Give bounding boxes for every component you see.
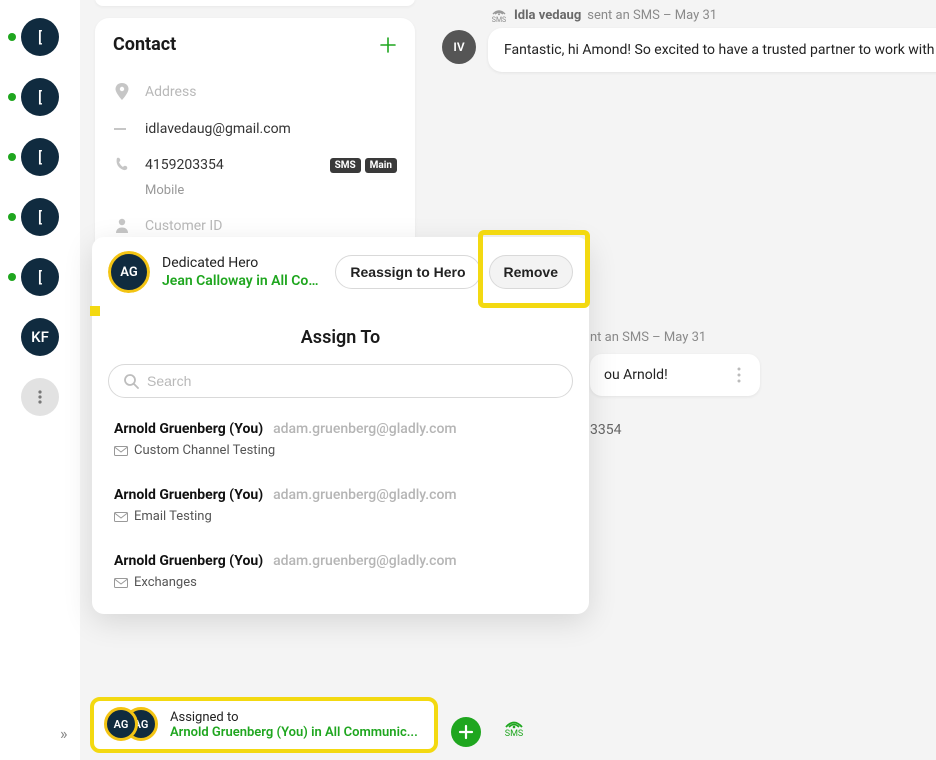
avatar[interactable]: [ <box>21 198 59 236</box>
assign-title: Assign To <box>108 327 573 348</box>
assign-option[interactable]: Arnold Gruenberg (You) adam.gruenberg@gl… <box>108 546 573 594</box>
email-value: idlavedaug@gmail.com <box>145 121 291 137</box>
assign-email: adam.gruenberg@gladly.com <box>273 487 457 503</box>
assigned-to-card[interactable]: AG AG Assigned to Arnold Gruenberg (You)… <box>90 697 438 753</box>
assign-email: adam.gruenberg@gladly.com <box>273 421 457 437</box>
sms-icon: SMS <box>490 6 508 24</box>
assigned-subtitle: Arnold Gruenberg (You) in All Communic..… <box>170 725 424 740</box>
collapse-icon[interactable]: » <box>60 724 65 743</box>
presence-dot-icon <box>8 33 16 41</box>
rail-item[interactable]: KF <box>0 318 80 356</box>
conversation-meta: SMS Idla vedaug sent an SMS – May 31 <box>490 6 717 24</box>
envelope-icon <box>114 512 128 522</box>
avatar[interactable]: [ <box>21 18 59 56</box>
presence-dot-icon <box>8 93 16 101</box>
plus-icon[interactable] <box>379 36 397 54</box>
avatar: AG <box>104 707 138 741</box>
assigned-title: Assigned to <box>170 710 424 725</box>
assign-name: Arnold Gruenberg (You) <box>114 487 263 503</box>
avatar: IV <box>442 30 476 64</box>
conversation-meta: nt an SMS – May 31 <box>590 330 706 345</box>
phone-value: 4159203354 <box>145 157 224 173</box>
rail-item[interactable]: [ <box>0 258 80 296</box>
hero-subtitle: Jean Calloway in All Commu... <box>162 273 323 289</box>
search-icon <box>123 373 139 389</box>
message-text: ou Arnold! <box>604 367 668 383</box>
sms-badge: SMS <box>330 158 361 173</box>
highlight-annotation <box>90 306 100 316</box>
presence-dot-icon <box>8 213 16 221</box>
avatar-stack: AG AG <box>104 707 160 743</box>
assign-channel: Custom Channel Testing <box>134 443 275 458</box>
assign-option[interactable]: Arnold Gruenberg (You) adam.gruenberg@gl… <box>108 414 573 462</box>
message-bubble[interactable]: Fantastic, hi Amond! So excited to have … <box>488 28 936 72</box>
search-input[interactable] <box>147 373 558 389</box>
presence-dot-icon <box>8 153 16 161</box>
add-button[interactable] <box>451 717 481 747</box>
assign-section: Assign To Arnold Gruenberg (You) adam.gr… <box>92 307 589 614</box>
avatar: AG <box>108 251 150 293</box>
rail-more[interactable] <box>0 378 80 416</box>
assign-email: adam.gruenberg@gladly.com <box>273 553 457 569</box>
hero-header: AG Dedicated Hero Jean Calloway in All C… <box>92 237 589 307</box>
presence-dot-icon <box>8 273 16 281</box>
assign-channel: Exchanges <box>134 575 197 590</box>
envelope-icon <box>114 578 128 588</box>
customer-id-placeholder: Customer ID <box>145 218 222 234</box>
meta-rest: sent an SMS – May 31 <box>587 8 717 23</box>
rail-item[interactable]: [ <box>0 18 80 56</box>
sms-icon[interactable]: SMS <box>502 717 526 739</box>
rail-item[interactable]: [ <box>0 198 80 236</box>
email-icon <box>113 125 131 133</box>
rail-item[interactable]: [ <box>0 78 80 116</box>
more-icon[interactable] <box>21 378 59 416</box>
assign-channel: Email Testing <box>134 509 212 524</box>
assign-popover: AG Dedicated Hero Jean Calloway in All C… <box>92 237 589 614</box>
avatar[interactable]: [ <box>21 78 59 116</box>
kebab-icon[interactable] <box>732 366 746 384</box>
phone-row[interactable]: 4159203354 SMS Main Mobile <box>113 147 397 208</box>
sender-name: Idla vedaug <box>514 8 581 23</box>
phone-icon <box>113 157 131 173</box>
message-bubble[interactable]: ou Arnold! <box>590 354 760 396</box>
assign-name: Arnold Gruenberg (You) <box>114 421 263 437</box>
pin-icon <box>113 83 131 101</box>
reassign-button[interactable]: Reassign to Hero <box>335 255 480 289</box>
envelope-icon <box>114 446 128 456</box>
avatar[interactable]: [ <box>21 138 59 176</box>
contact-title: Contact <box>113 34 176 55</box>
phone-partial: 3354 <box>590 422 621 438</box>
sms-label: SMS <box>505 729 524 739</box>
assign-name: Arnold Gruenberg (You) <box>114 553 263 569</box>
main-badge: Main <box>365 158 397 173</box>
assign-list: Arnold Gruenberg (You) adam.gruenberg@gl… <box>108 414 573 594</box>
contact-card: Contact Address idlavedaug@gmail.com 415… <box>95 18 415 260</box>
card-sliver <box>95 0 415 6</box>
avatar[interactable]: [ <box>21 258 59 296</box>
remove-button[interactable]: Remove <box>489 255 573 289</box>
phone-type: Mobile <box>113 183 397 198</box>
email-row[interactable]: idlavedaug@gmail.com <box>113 111 397 147</box>
address-placeholder: Address <box>145 84 196 100</box>
address-row[interactable]: Address <box>113 73 397 111</box>
rail-item[interactable]: [ <box>0 138 80 176</box>
assign-option[interactable]: Arnold Gruenberg (You) adam.gruenberg@gl… <box>108 480 573 528</box>
hero-title: Dedicated Hero <box>162 255 323 271</box>
assign-search[interactable] <box>108 364 573 398</box>
person-icon <box>113 218 131 234</box>
avatar[interactable]: KF <box>21 318 59 356</box>
left-nav-rail: [ [ [ [ [ KF <box>0 0 80 760</box>
